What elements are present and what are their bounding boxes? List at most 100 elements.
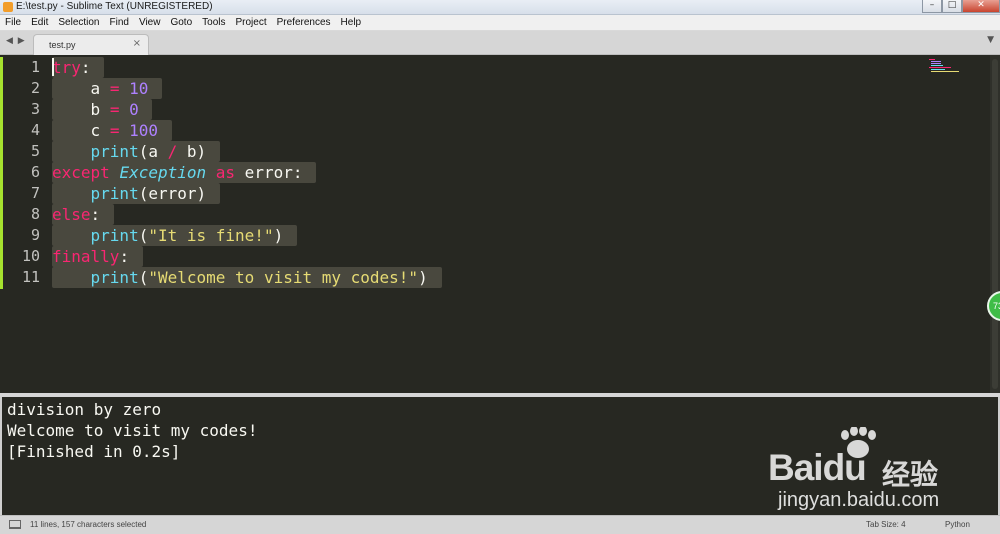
code-token: c (90, 121, 101, 140)
line-number: 7 (30, 184, 40, 202)
menu-preferences[interactable]: Preferences (272, 15, 336, 30)
code-token: print (90, 268, 139, 287)
selection-info: 11 lines, 157 characters selected (30, 520, 147, 529)
code-token: (a (138, 142, 168, 161)
text-caret (52, 58, 54, 76)
code-token (52, 226, 91, 245)
line-number: 1 (30, 58, 40, 76)
code-line[interactable]: print(a / b) (52, 141, 206, 162)
line-number: 2 (30, 79, 40, 97)
output-line: [Finished in 0.2s] (7, 442, 181, 461)
minimap[interactable] (925, 57, 965, 73)
code-line[interactable]: try: (52, 57, 91, 78)
code-token: 0 (129, 100, 139, 119)
code-token: Exception (119, 163, 207, 182)
menu-bar: File Edit Selection Find View Goto Tools… (0, 15, 1000, 31)
code-token (52, 184, 91, 203)
tab-overflow-icon[interactable]: ▼ (987, 35, 994, 45)
code-token: print (90, 184, 139, 203)
code-token: = (109, 79, 120, 98)
line-number: 6 (30, 163, 40, 181)
menu-help[interactable]: Help (336, 15, 367, 30)
code-token: : (119, 247, 130, 266)
menu-project[interactable]: Project (231, 15, 272, 30)
code-token: print (90, 226, 139, 245)
tab-size-indicator[interactable]: Tab Size: 4 (866, 520, 906, 529)
code-line[interactable]: c = 100 (52, 120, 158, 141)
code-token: : (80, 58, 91, 77)
menu-edit[interactable]: Edit (26, 15, 53, 30)
line-number: 9 (30, 226, 40, 244)
line-number: 10 (21, 247, 40, 265)
code-token (52, 142, 91, 161)
menu-file[interactable]: File (0, 15, 26, 30)
code-token: a (90, 79, 101, 98)
minimize-button[interactable]: – (922, 0, 942, 13)
menu-find[interactable]: Find (105, 15, 134, 30)
window-title: E:\test.py - Sublime Text (UNREGISTERED) (16, 1, 213, 12)
code-token: 100 (129, 121, 158, 140)
code-token: : (90, 205, 101, 224)
code-line[interactable]: finally: (52, 246, 129, 267)
maximize-button[interactable]: □ (942, 0, 962, 13)
tab-close-icon[interactable]: × (133, 38, 141, 49)
line-number: 8 (30, 205, 40, 223)
code-line[interactable]: a = 10 (52, 78, 148, 99)
code-token: else (52, 205, 91, 224)
code-line[interactable]: else: (52, 204, 100, 225)
code-token: "It is fine!" (148, 226, 274, 245)
code-token: ( (138, 226, 149, 245)
code-editor[interactable]: 1 2 3 4 5 6 7 8 9 10 11 try: a = 10 b = 0 c = 100 … (0, 55, 1000, 393)
tab-bar: ◀ ▶ test.py × ▼ (0, 31, 1000, 55)
code-token: (error) (138, 184, 207, 203)
code-line[interactable]: print(error) (52, 183, 206, 204)
code-token: ( (138, 268, 149, 287)
code-token: ) (418, 268, 428, 287)
code-token: = (109, 100, 120, 119)
code-token: "Welcome to visit my codes!" (148, 268, 419, 287)
close-window-button[interactable]: ✕ (962, 0, 1000, 13)
code-token: finally (52, 247, 120, 266)
line-number: 5 (30, 142, 40, 160)
scrollbar-thumb[interactable] (992, 59, 998, 389)
output-line: division by zero (7, 400, 162, 419)
code-line[interactable]: except Exception as error: (52, 162, 302, 183)
vertical-scrollbar[interactable] (990, 55, 1000, 393)
line-number: 4 (30, 121, 40, 139)
code-token (52, 121, 91, 140)
code-line[interactable]: print("Welcome to visit my codes!") (52, 267, 428, 288)
code-token (52, 100, 91, 119)
tab-test-py[interactable]: test.py × (33, 34, 149, 55)
code-line[interactable]: b = 0 (52, 99, 139, 120)
tab-nav-arrows-icon[interactable]: ◀ ▶ (6, 36, 26, 46)
menu-view[interactable]: View (134, 15, 166, 30)
code-token: error: (235, 163, 303, 182)
code-token: as (215, 163, 236, 182)
syntax-indicator[interactable]: Python (945, 520, 970, 529)
code-token: except (52, 163, 110, 182)
code-token: b (90, 100, 101, 119)
menu-selection[interactable]: Selection (53, 15, 104, 30)
tab-label: test.py (49, 40, 76, 50)
line-number-gutter: 1 2 3 4 5 6 7 8 9 10 11 (0, 55, 48, 393)
line-number: 3 (30, 100, 40, 118)
code-line[interactable]: print("It is fine!") (52, 225, 283, 246)
code-token: / (167, 142, 178, 161)
status-bar: 11 lines, 157 characters selected Tab Si… (0, 515, 1000, 534)
code-token: b) (177, 142, 207, 161)
sublime-app-icon (3, 2, 13, 12)
console-toggle-icon[interactable] (9, 520, 21, 529)
output-line: Welcome to visit my codes! (7, 421, 258, 440)
menu-goto[interactable]: Goto (165, 15, 197, 30)
build-output-panel: division by zero Welcome to visit my cod… (0, 397, 1000, 515)
menu-tools[interactable]: Tools (197, 15, 230, 30)
line-number: 11 (21, 268, 40, 286)
